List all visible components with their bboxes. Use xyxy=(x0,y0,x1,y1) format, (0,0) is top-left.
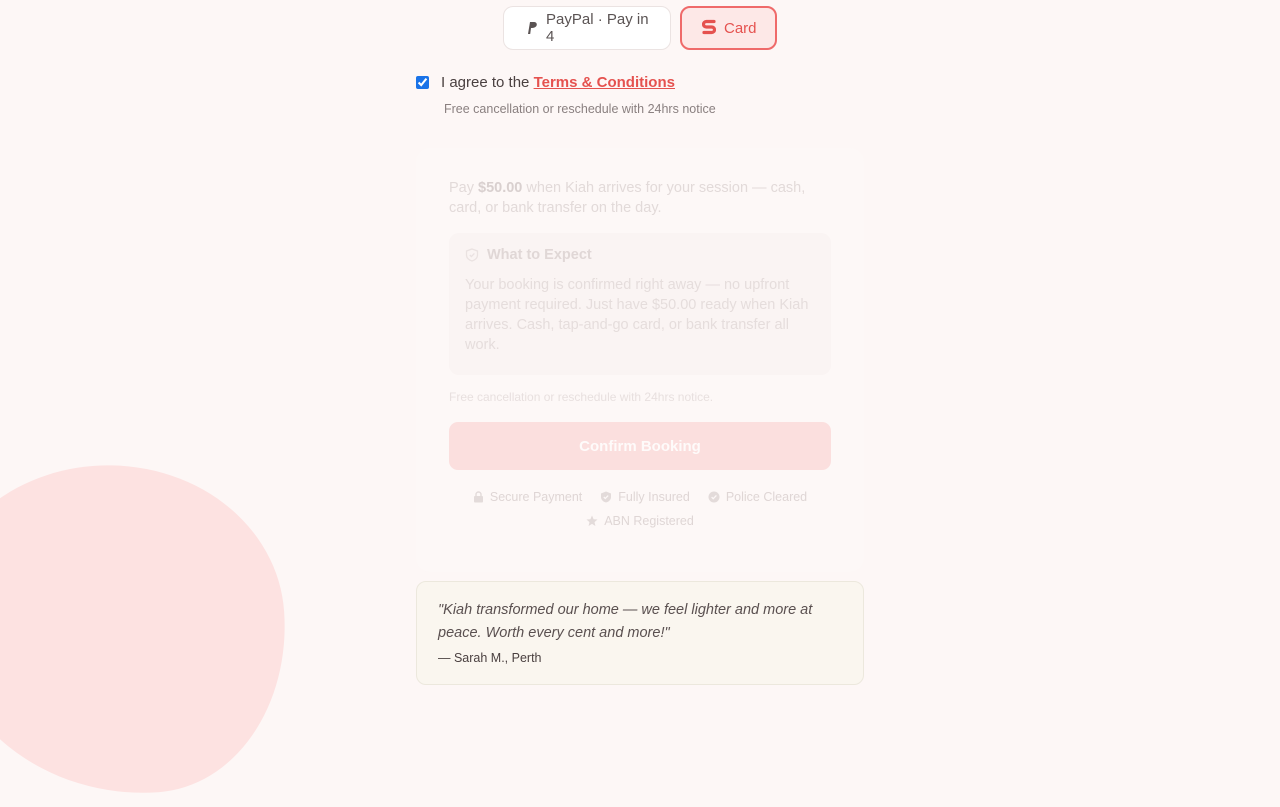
badge-police-cleared: Police Cleared xyxy=(708,490,807,504)
tab-paypal[interactable]: PayPal · Pay in 4 xyxy=(503,6,671,50)
terms-prefix: I agree to the xyxy=(441,74,534,91)
confirm-booking-button[interactable]: Confirm Booking xyxy=(449,422,831,470)
pay-on-arrival-text: Pay $50.00 when Kiah arrives for your se… xyxy=(449,178,831,218)
card-cancellation-notice: Free cancellation or reschedule with 24h… xyxy=(449,390,714,404)
badge-abn-registered: ABN Registered xyxy=(586,514,694,528)
terms-link[interactable]: Terms & Conditions xyxy=(534,74,675,91)
pay-prefix: Pay xyxy=(449,180,479,196)
what-to-expect-box: What to Expect Your booking is confirmed… xyxy=(449,233,831,375)
star-icon xyxy=(586,515,598,526)
tab-card[interactable]: Card xyxy=(680,6,777,50)
payment-method-tabs: PayPal · Pay in 4 Card xyxy=(503,6,777,50)
card-brand-icon xyxy=(702,19,716,35)
shield-icon xyxy=(465,248,479,262)
check-circle-icon xyxy=(708,491,720,503)
paypal-icon xyxy=(528,22,537,34)
testimonial-quote: "Kiah transformed our home — we feel lig… xyxy=(438,602,813,641)
tab-card-label: Card xyxy=(724,19,757,37)
testimonial-card: "Kiah transformed our home — we feel lig… xyxy=(416,581,864,685)
terms-agreement: I agree to the Terms & Conditions xyxy=(416,74,675,91)
badge-fully-insured: Fully Insured xyxy=(600,490,690,504)
testimonial-author: — Sarah M., Perth xyxy=(438,651,542,665)
what-to-expect-body: Your booking is confirmed right away — n… xyxy=(465,277,809,353)
badge-secure-payment: Secure Payment xyxy=(473,490,582,504)
tab-paypal-label: PayPal · Pay in 4 xyxy=(546,11,649,45)
shield-check-icon xyxy=(601,491,612,503)
terms-checkbox[interactable] xyxy=(416,75,429,89)
what-to-expect-title: What to Expect xyxy=(487,247,592,263)
cancellation-notice: Free cancellation or reschedule with 24h… xyxy=(444,102,716,116)
trust-badges: Secure Payment Fully Insured Police Clea… xyxy=(449,490,831,528)
lock-icon xyxy=(473,491,483,503)
pay-amount: $50.00 xyxy=(478,180,523,196)
pay-on-arrival-panel: Pay $50.00 when Kiah arrives for your se… xyxy=(416,148,864,572)
decorative-blob xyxy=(0,453,297,807)
